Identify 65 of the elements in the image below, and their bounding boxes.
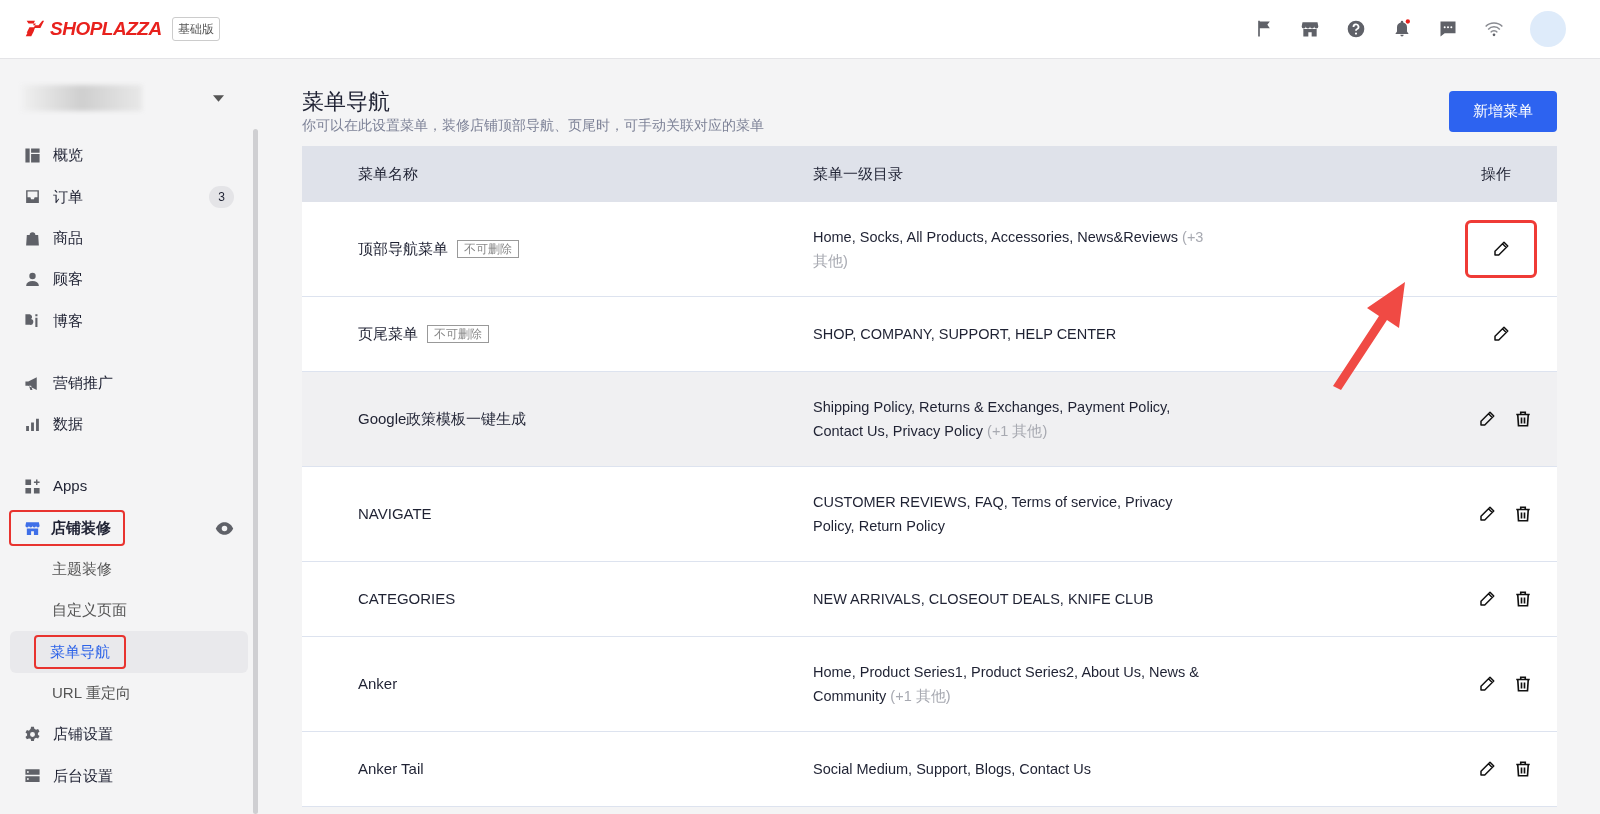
nav-item[interactable]: 概览 bbox=[53, 144, 83, 167]
trash-icon bbox=[1514, 410, 1532, 429]
pencil-icon bbox=[1478, 505, 1496, 524]
menu-name: Google政策模板一键生成 bbox=[358, 409, 527, 430]
menu-items-text: Shipping Policy, Returns & Exchanges, Payment Policy, Contact Us, Privacy Policy (+1 其他) bbox=[813, 398, 1172, 442]
help-icon[interactable] bbox=[1346, 19, 1366, 39]
menu-items-text: SHOP, COMPANY, SUPPORT, HELP CENTER bbox=[813, 325, 1118, 345]
column-header: 操作 bbox=[1481, 164, 1511, 185]
menu-items-text: CUSTOMER REVIEWS, FAQ, Terms of service, Privacy Policy, Return Policy bbox=[813, 493, 1174, 537]
menu-name: CATEGORIES bbox=[358, 589, 456, 610]
server-icon bbox=[24, 767, 41, 785]
apps-icon bbox=[24, 478, 41, 496]
pencil-icon bbox=[1492, 240, 1510, 259]
pencil-icon bbox=[1478, 675, 1496, 694]
store-icon[interactable] bbox=[1300, 19, 1320, 39]
person-icon bbox=[24, 271, 41, 289]
dashboard-icon bbox=[24, 147, 41, 165]
nav-item[interactable]: 订单 bbox=[53, 185, 83, 209]
page-title: 菜单导航 bbox=[302, 89, 391, 116]
nav-item[interactable]: 后台设置 bbox=[53, 764, 113, 788]
nav-item[interactable]: 营销推广 bbox=[53, 371, 113, 395]
menu-name: Anker Tail bbox=[358, 759, 424, 780]
nav-subitem[interactable]: 主题装修 bbox=[52, 558, 112, 581]
menu-name: Anker bbox=[358, 674, 398, 695]
inbox-icon bbox=[24, 188, 41, 206]
pencil-icon bbox=[1492, 325, 1510, 344]
wifi-icon bbox=[1484, 19, 1504, 39]
nav-item[interactable]: 博客 bbox=[53, 309, 83, 333]
nav-item[interactable]: 顾客 bbox=[53, 268, 83, 291]
menu-items-text: Home, Socks, All Products, Accessories, News&Reviews (+3 其他) bbox=[813, 228, 1205, 272]
pencil-icon bbox=[1478, 410, 1496, 429]
page-subtitle: 你可以在此设置菜单，装修店铺顶部导航、页尾时，可手动关联对应的菜单 bbox=[302, 116, 764, 136]
nav-subitem[interactable]: 自定义页面 bbox=[52, 599, 127, 622]
trash-icon bbox=[1514, 675, 1532, 694]
nav-item[interactable]: 店铺装修 bbox=[9, 509, 125, 547]
status-tag: 不可删除 bbox=[457, 240, 519, 259]
column-header: 菜单一级目录 bbox=[813, 166, 903, 183]
menu-items-text: Home, Product Series1, Product Series2, About Us, News & Community (+1 其他) bbox=[813, 663, 1201, 707]
nav-item[interactable]: 数据 bbox=[53, 413, 83, 436]
menu-name: 顶部导航菜单 bbox=[358, 239, 448, 260]
logo-text: SHOPLAZZA bbox=[50, 16, 162, 41]
menu-items-text: Social Medium, Support, Blogs, Contact Us bbox=[813, 760, 1093, 780]
trash-icon bbox=[1514, 760, 1532, 779]
nav-item[interactable]: 商品 bbox=[53, 227, 83, 250]
menu-items-text: NEW ARRIVALS, CLOSEOUT DEALS, KNIFE CLUB bbox=[813, 590, 1155, 610]
bag-icon bbox=[24, 229, 41, 247]
nav-subitem[interactable]: URL 重定向 bbox=[52, 681, 131, 705]
menu-name: NAVIGATE bbox=[358, 504, 432, 525]
store-icon bbox=[24, 519, 41, 537]
trash-icon bbox=[1514, 505, 1532, 524]
pencil-icon bbox=[1478, 590, 1496, 609]
add-menu-button[interactable]: 新增菜单 bbox=[1449, 91, 1557, 132]
pencil-icon bbox=[1478, 760, 1496, 779]
column-header: 菜单名称 bbox=[358, 164, 418, 185]
menu-name: 页尾菜单 bbox=[358, 324, 418, 345]
status-tag: 不可删除 bbox=[427, 325, 489, 344]
trash-icon bbox=[1514, 590, 1532, 609]
scrollbar[interactable] bbox=[253, 129, 258, 814]
nav-item[interactable]: Apps bbox=[53, 475, 88, 498]
gear-icon bbox=[24, 726, 41, 743]
caret-icon[interactable] bbox=[213, 94, 224, 102]
nav-item[interactable]: 店铺设置 bbox=[53, 723, 113, 746]
chat-icon[interactable] bbox=[1438, 19, 1458, 39]
count-badge: 3 bbox=[209, 185, 234, 208]
plan-tag: 基础版 bbox=[171, 17, 220, 41]
